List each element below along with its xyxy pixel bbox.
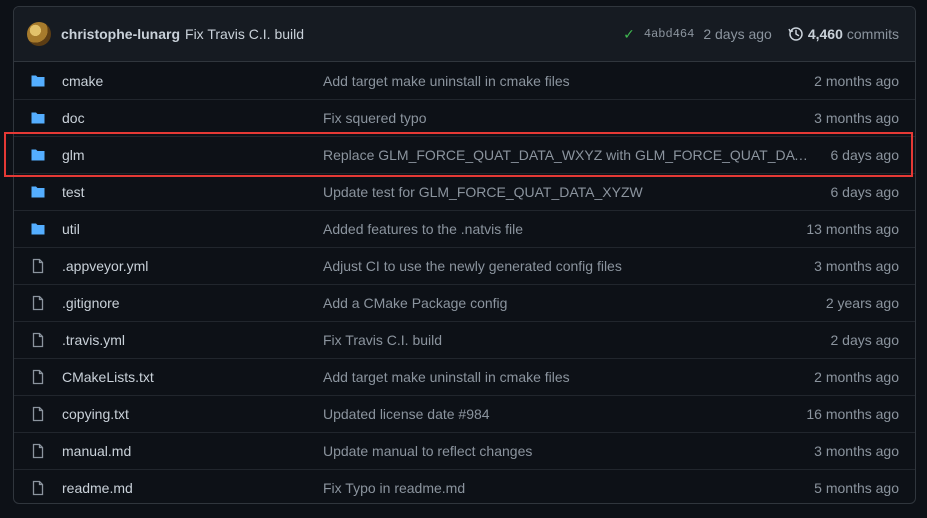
file-row[interactable]: readme.md Fix Typo in readme.md 5 months a…	[14, 469, 915, 503]
commit-author-link[interactable]: christophe-lunarg	[61, 26, 180, 42]
folder-icon	[30, 73, 62, 89]
commit-message-link[interactable]: Add a CMake Package config	[323, 295, 826, 311]
file-icon	[30, 369, 62, 385]
commit-message-link[interactable]: Added features to the .natvis file	[323, 221, 806, 237]
commit-message-link[interactable]: Replace GLM_FORCE_QUAT_DATA_WXYZ with GL…	[323, 147, 831, 163]
file-row[interactable]: copying.txt Updated license date #984 16 m…	[14, 395, 915, 432]
commit-message-link[interactable]: Add target make uninstall in cmake files	[323, 369, 814, 385]
file-name-link[interactable]: test	[62, 184, 323, 200]
commit-time: 3 months ago	[814, 443, 899, 459]
file-name-link[interactable]: readme.md	[62, 480, 323, 496]
file-row[interactable]: cmake Add target make uninstall in cmake …	[14, 62, 915, 99]
commit-count: 4,460	[807, 26, 843, 42]
commit-message-link[interactable]: Fix Travis C.I. build	[185, 26, 304, 42]
commit-time: 6 days ago	[830, 147, 900, 163]
file-browser: christophe-lunarg Fix Travis C.I. build …	[13, 6, 916, 504]
folder-icon	[30, 110, 62, 126]
file-row[interactable]: .appveyor.yml Adjust CI to use the newly …	[14, 247, 915, 284]
file-icon	[30, 332, 62, 348]
file-name-link[interactable]: .appveyor.yml	[62, 258, 323, 274]
file-list: cmake Add target make uninstall in cmake …	[14, 62, 915, 503]
commit-message-link[interactable]: Fix Travis C.I. build	[323, 332, 831, 348]
latest-commit-bar: christophe-lunarg Fix Travis C.I. build …	[14, 7, 915, 62]
commit-message-link[interactable]: Updated license date #984	[323, 406, 806, 422]
folder-icon	[30, 147, 62, 163]
file-name-link[interactable]: cmake	[62, 73, 323, 89]
commit-message-link[interactable]: Fix squered typo	[323, 110, 814, 126]
file-row[interactable]: util Added features to the .natvis file 13…	[14, 210, 915, 247]
commit-time: 13 months ago	[806, 221, 899, 237]
commit-message-link[interactable]: Fix Typo in readme.md	[323, 480, 814, 496]
file-icon	[30, 295, 62, 311]
commit-message-link[interactable]: Add target make uninstall in cmake files	[323, 73, 814, 89]
commit-time: 3 months ago	[814, 258, 899, 274]
commit-message-link[interactable]: Update test for GLM_FORCE_QUAT_DATA_XYZW	[323, 184, 831, 200]
file-name-link[interactable]: util	[62, 221, 323, 237]
file-row[interactable]: test Update test for GLM_FORCE_QUAT_DATA_…	[14, 173, 915, 210]
file-name-link[interactable]: copying.txt	[62, 406, 323, 422]
file-row[interactable]: CMakeLists.txt Add target make uninstall …	[14, 358, 915, 395]
commit-sha-link[interactable]: 4abd464	[644, 27, 694, 41]
folder-icon	[30, 184, 62, 200]
commit-message-link[interactable]: Update manual to reflect changes	[323, 443, 814, 459]
commit-time: 2 days ago	[830, 332, 900, 348]
commit-time: 2 months ago	[814, 72, 899, 89]
file-row[interactable]: glm Replace GLM_FORCE_QUAT_DATA_WXYZ with…	[14, 136, 915, 173]
commit-time: 16 months ago	[806, 406, 899, 422]
file-name-link[interactable]: .travis.yml	[62, 332, 323, 348]
file-row[interactable]: manual.md Update manual to reflect change…	[14, 432, 915, 469]
file-name-link[interactable]: doc	[62, 110, 323, 126]
commit-time: 3 months ago	[814, 110, 899, 126]
commit-time: 6 days ago	[830, 184, 900, 200]
commit-time: 2 days ago	[703, 26, 772, 42]
commit-time: 2 years ago	[825, 295, 899, 311]
history-icon	[788, 27, 803, 41]
folder-icon	[30, 221, 62, 237]
file-icon	[30, 443, 62, 459]
file-name-link[interactable]: CMakeLists.txt	[62, 369, 323, 385]
commit-time: 5 months ago	[814, 480, 899, 496]
file-row[interactable]: .travis.yml Fix Travis C.I. build 2 days a…	[14, 321, 915, 358]
check-icon[interactable]: ✓	[623, 26, 635, 43]
file-icon	[30, 406, 62, 422]
commit-time: 2 months ago	[814, 369, 899, 385]
file-icon	[30, 480, 62, 496]
avatar[interactable]	[27, 22, 51, 46]
file-icon	[30, 258, 62, 274]
commit-message-link[interactable]: Adjust CI to use the newly generated con…	[323, 258, 814, 274]
file-name-link[interactable]: glm	[62, 147, 323, 163]
file-name-link[interactable]: .gitignore	[62, 295, 323, 311]
file-row[interactable]: doc Fix squered typo 3 months ago	[14, 99, 915, 136]
file-name-link[interactable]: manual.md	[62, 443, 323, 459]
commits-history-link[interactable]: 4,460 commits	[788, 26, 899, 42]
commits-label: commits	[846, 26, 899, 42]
file-row[interactable]: .gitignore Add a CMake Package config 2 ye…	[14, 284, 915, 321]
